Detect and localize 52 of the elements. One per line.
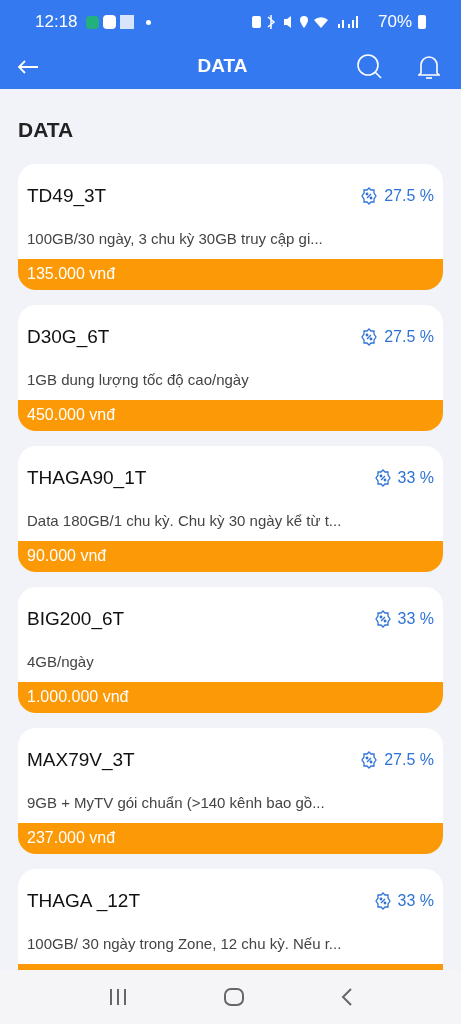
discount-badge-icon <box>360 327 379 346</box>
discount-percent: 27.5 % <box>384 326 434 347</box>
package-card[interactable]: BIG200_6T 33 % 4GB/ngày 1.000.000 vnđ <box>18 586 443 713</box>
back-chevron-icon <box>340 988 353 1006</box>
discount-percent: 27.5 % <box>384 749 434 770</box>
package-name: TD49_3T <box>27 183 107 209</box>
package-description: Data 180GB/1 chu kỳ. Chu kỳ 30 ngày kể từ t... <box>26 511 343 531</box>
discount-percent: 27.5 % <box>384 185 434 206</box>
price: 450.000 vnđ <box>27 405 116 425</box>
package-name: THAGA _12T <box>27 888 140 914</box>
price: 237.000 vnđ <box>27 828 116 848</box>
package-card[interactable]: D30G_6T 27.5 % 1GB dung lượng tốc độ cao/ngày 450.000 vnđ <box>18 304 443 431</box>
package-card[interactable]: THAGA90_1T 33 % Data 180GB/1 chu kỳ. Chu kỳ 30 ngày kể từ t... 90.000 vnđ <box>18 445 443 572</box>
app-bar-title: DATA <box>196 54 249 79</box>
package-name: MAX79V_3T <box>27 747 135 773</box>
package-description: 9GB + MyTV gói chuẩn (>140 kênh bao gồ... <box>26 793 326 813</box>
discount-percent: 33 % <box>397 608 434 629</box>
home-button[interactable] <box>223 988 244 1006</box>
package-description: 100GB/ 30 ngày trong Zone, 12 chu kỳ. Nếu r... <box>26 934 343 954</box>
bag-notification-icon <box>102 15 116 29</box>
package-card[interactable]: TD49_3T 27.5 % 100GB/30 ngày, 3 chu kỳ 30GB truy cập gi... 135.000 vnđ <box>18 163 443 290</box>
recent-apps-button[interactable] <box>108 989 127 1005</box>
price: 135.000 vnđ <box>27 264 116 284</box>
battery-icon <box>418 15 426 29</box>
package-description: 4GB/ngày <box>26 652 95 672</box>
app-notification-icon <box>85 15 99 29</box>
search-icon <box>356 52 384 81</box>
discount-badge-icon <box>373 468 392 487</box>
discount-badge-icon <box>373 609 392 628</box>
price: 1.000.000 vnđ <box>27 687 129 707</box>
package-name: D30G_6T <box>27 324 110 350</box>
back-nav-button[interactable] <box>340 988 353 1006</box>
bell-icon <box>418 53 440 80</box>
back-arrow-icon <box>17 58 39 75</box>
package-card[interactable]: MAX79V_3T 27.5 % 9GB + MyTV gói chuẩn (>140 kênh bao gồ... 237.000 vnđ <box>18 727 443 854</box>
discount-percent: 33 % <box>397 467 434 488</box>
image-notification-icon <box>119 15 134 29</box>
package-name: THAGA90_1T <box>27 465 147 491</box>
package-name: BIG200_6T <box>27 606 125 632</box>
price: 90.000 vnđ <box>27 546 107 566</box>
package-description: 1GB dung lượng tốc độ cao/ngày <box>26 370 250 390</box>
section-heading: DATA <box>18 117 75 143</box>
recent-apps-icon <box>108 989 127 1005</box>
battery-percent: 70% <box>377 11 412 34</box>
status-time: 12:18 <box>35 11 78 34</box>
discount-badge-icon <box>360 750 379 769</box>
discount-percent: 33 % <box>397 890 434 911</box>
discount-badge-icon <box>360 186 379 205</box>
package-description: 100GB/30 ngày, 3 chu kỳ 30GB truy cập gi... <box>26 229 324 249</box>
discount-badge-icon <box>373 891 392 910</box>
package-card[interactable]: THAGA _12T 33 % 100GB/ 30 ngày trong Zone, 12 chu kỳ. Nếu r... <box>18 868 443 970</box>
home-icon <box>223 988 244 1006</box>
